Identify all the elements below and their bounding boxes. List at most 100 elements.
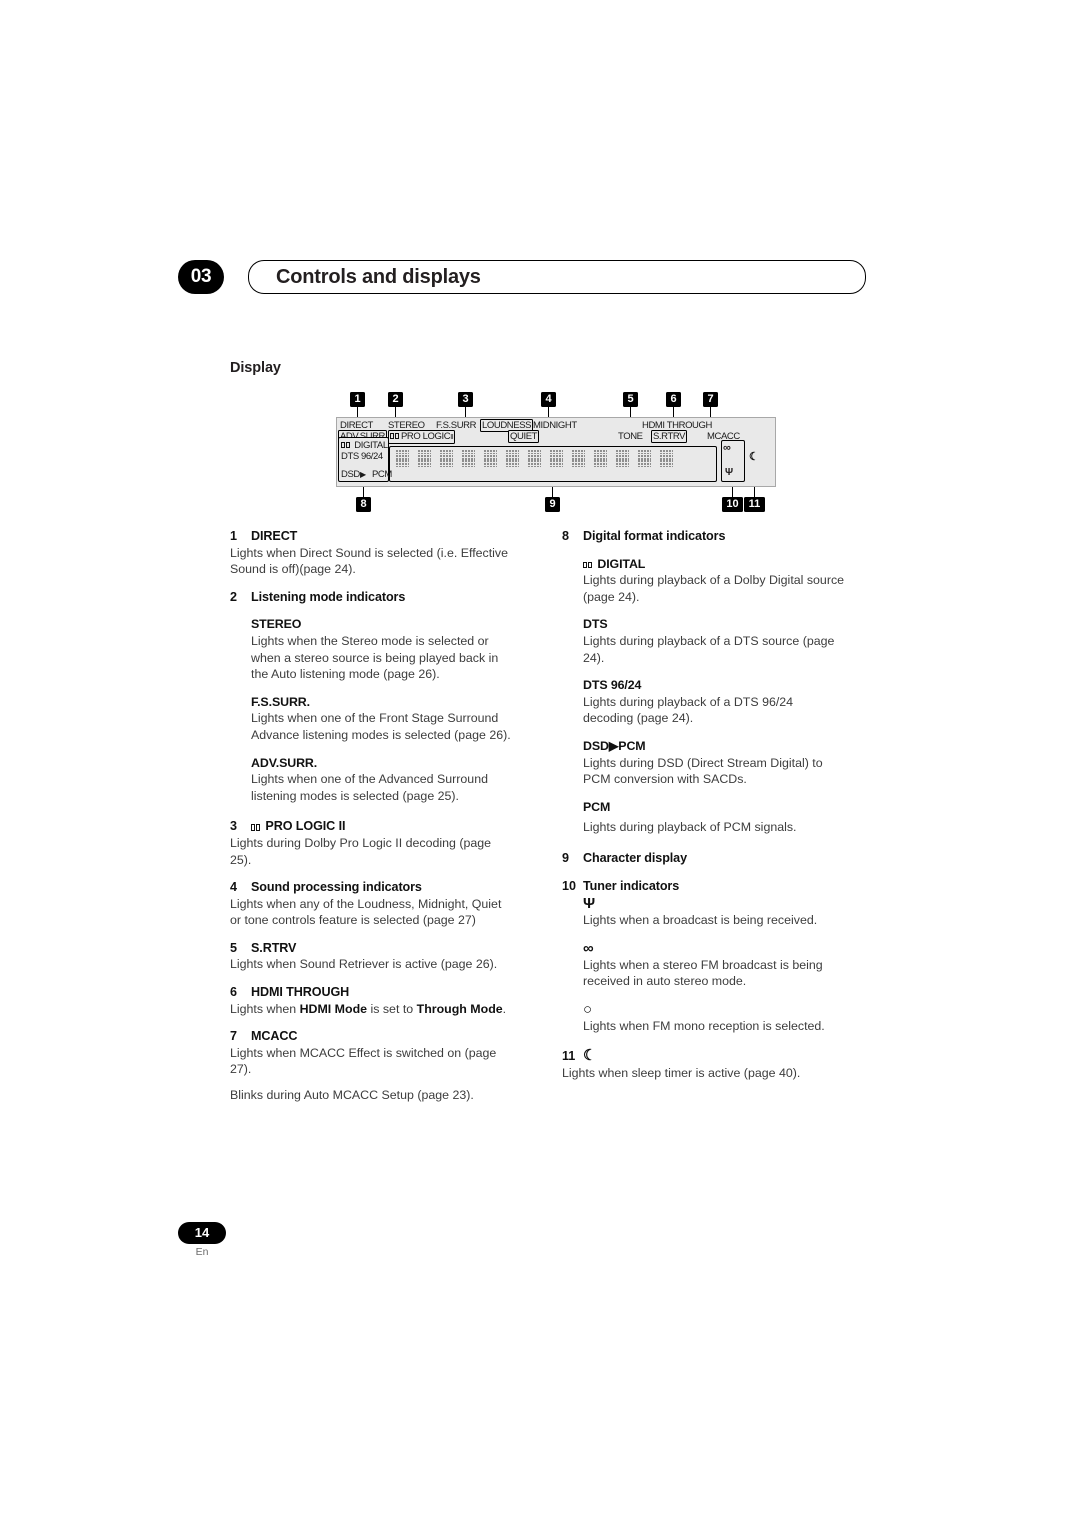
sub-heading-text: DIGITAL [597, 556, 646, 571]
item-heading: S.RTRV [251, 940, 297, 955]
item-2-listening-mode-indicators: 2 Listening mode indicators STEREO Light… [230, 589, 514, 805]
character-display-area [389, 446, 717, 482]
mono-circle-icon: ○ [583, 1000, 593, 1018]
character-cell [550, 450, 570, 482]
right-text-column: 8 Digital format indicators DIGITAL Ligh… [562, 528, 846, 1093]
item-body: Lights when HDMI Mode is set to Through … [230, 1001, 514, 1018]
item-heading: Listening mode indicators [251, 589, 406, 604]
body-part-bold-hdmi-mode: HDMI Mode [299, 1001, 368, 1016]
item-9-character-display: 9 Character display [562, 850, 846, 867]
sub-stereo-fm: ∞ Lights when a stereo FM broadcast is b… [583, 940, 846, 990]
body-part-0: Lights when [230, 1001, 300, 1016]
item-heading-text: PRO LOGIC II [265, 819, 346, 834]
item-number: 11 [562, 1049, 576, 1064]
sub-heading: DSD▶PCM [583, 738, 646, 753]
sub-heading: DTS [583, 617, 608, 632]
character-cell [506, 450, 526, 482]
item-number: 6 [230, 985, 238, 1000]
segment-midnight: MIDNIGHT [533, 420, 577, 431]
item-8-digital-format-indicators: 8 Digital format indicators DIGITAL Ligh… [562, 528, 846, 836]
sub-body: Lights during playback of a DTS 96/24 de… [583, 694, 794, 726]
sub-body: Lights when a broadcast is being receive… [583, 913, 818, 928]
sleep-timer-moon-icon: ☾ [583, 1047, 597, 1065]
body-part-4: . [502, 1001, 507, 1016]
segment-pro-logic: PRO LOGICII [388, 430, 456, 444]
callout-4: 4 [541, 392, 556, 407]
sub-dsd-pcm: DSD▶PCM Lights during DSD (Direct Stream… [583, 738, 846, 788]
stereo-rings-icon: ∞ [723, 442, 731, 454]
chapter-header: 03 Controls and displays [178, 260, 866, 296]
display-panel: DIRECT STEREO F.S.SURR LOUDNESS MIDNIGHT… [336, 417, 776, 487]
item-number: 5 [230, 940, 238, 955]
sub-heading: PCM [583, 799, 611, 814]
digital-label: DIGITAL [354, 440, 388, 451]
item-7-mcacc: 7 MCACC Lights when MCACC Effect is swit… [230, 1028, 514, 1103]
sub-dts-96-24: DTS 96/24 Lights during playback of a DT… [583, 677, 846, 727]
item-number: 1 [230, 529, 238, 543]
segment-tone: TONE [618, 431, 643, 442]
sub-heading: DTS 96/24 [583, 678, 642, 693]
item-11-sleep-timer: 11 ☾ Lights when sleep timer is active (… [562, 1048, 846, 1081]
item-body: Lights when any of the Loudness, Midnigh… [230, 896, 502, 928]
item-number: 3 [230, 819, 238, 834]
leader-9 [552, 487, 554, 497]
callout-5: 5 [623, 392, 638, 407]
sub-body: Lights when one of the Front Stage Surro… [251, 711, 511, 742]
pro-logic-suffix: II [450, 434, 454, 441]
sub-body: Lights when a stereo FM broadcast is bei… [583, 957, 823, 989]
sub-dolby-digital: DIGITAL Lights during playback of a Dolb… [583, 556, 846, 606]
sub-heading: STEREO [251, 617, 302, 632]
sub-heading: ADV.SURR. [251, 755, 318, 770]
callout-9: 9 [545, 497, 560, 512]
leader-8 [363, 487, 365, 497]
item-body: Lights when sleep timer is active (page … [562, 1066, 801, 1081]
item-number: 9 [562, 850, 570, 865]
sub-fm-mono: ○ Lights when FM mono reception is selec… [583, 1001, 846, 1035]
dolby-logo-icon [583, 561, 594, 569]
antenna-signal-icon: Ψ [725, 467, 734, 478]
item-body: Lights when Sound Retriever is active (p… [230, 957, 498, 972]
character-cell [484, 450, 504, 482]
chapter-number: 03 [178, 260, 224, 294]
character-cell [594, 450, 614, 482]
item-heading: Tuner indicators [583, 878, 680, 893]
page-footer: 14 En [178, 1222, 298, 1258]
callout-3: 3 [458, 392, 473, 407]
character-cell [528, 450, 548, 482]
callout-8: 8 [356, 497, 371, 512]
item-body: Lights when MCACC Effect is switched on … [230, 1045, 497, 1077]
page-number: 14 [178, 1222, 226, 1244]
sub-stereo: STEREO Lights when the Stereo mode is se… [251, 616, 514, 682]
segment-dolby-digital: DIGITAL [341, 440, 388, 451]
digital-format-indicator-box: DIGITAL DTS 96/24 DSD ▶ PCM [338, 437, 392, 482]
callout-7: 7 [703, 392, 718, 407]
segment-quiet: QUIET [508, 430, 540, 443]
segment-dsd: DSD [341, 469, 360, 480]
callout-2: 2 [388, 392, 403, 407]
item-body: Lights when Direct Sound is selected (i.… [230, 545, 509, 577]
sub-body: Lights during playback of a DTS source (… [583, 633, 835, 665]
pro-logic-label: PRO LOGIC [401, 431, 451, 442]
character-cell [440, 450, 460, 482]
item-number: 7 [230, 1029, 238, 1044]
body-part-2: is set to [367, 1001, 417, 1016]
item-heading: Character display [583, 850, 687, 865]
sleep-timer-moon-icon: ☾ [749, 451, 759, 463]
leader-11 [754, 487, 756, 497]
dolby-logo-icon [251, 824, 262, 831]
sub-body: Lights when one of the Advanced Surround… [251, 772, 488, 803]
callout-1: 1 [350, 392, 365, 407]
dolby-logo-icon [390, 433, 401, 440]
sub-fs-surr: F.S.SURR. Lights when one of the Front S… [251, 694, 514, 744]
item-5-s-rtrv: 5 S.RTRV Lights when Sound Retriever is … [230, 940, 514, 973]
tuner-indicator-box: ∞ Ψ [721, 440, 745, 482]
character-cell [418, 450, 438, 482]
character-cell [616, 450, 636, 482]
item-number: 10 [562, 878, 577, 893]
stereo-rings-icon: ∞ [583, 939, 594, 957]
item-number: 2 [230, 589, 238, 604]
item-10-tuner-indicators: 10 Tuner indicators Ψ Lights when a broa… [562, 878, 846, 1035]
item-heading: HDMI THROUGH [251, 985, 350, 1000]
segment-dsd-arrow-icon: ▶ [360, 470, 366, 479]
sub-dts: DTS Lights during playback of a DTS sour… [583, 616, 846, 666]
